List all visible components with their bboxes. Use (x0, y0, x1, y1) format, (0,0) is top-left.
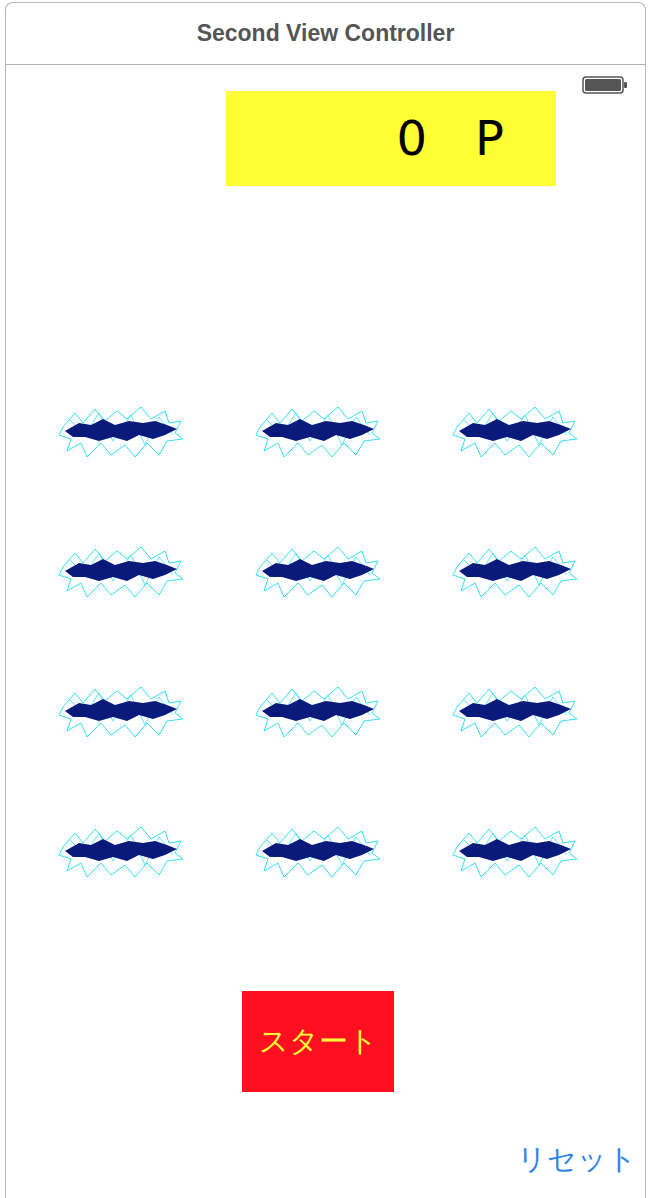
hole-cell (218, 363, 415, 503)
hole-cell (21, 363, 218, 503)
hole-icon[interactable] (449, 545, 579, 601)
window-title: Second View Controller (197, 20, 455, 47)
hole-cell (218, 503, 415, 643)
hole-icon[interactable] (55, 825, 185, 881)
hole-cell (415, 363, 612, 503)
score-text: 0 P (397, 107, 504, 171)
hole-icon[interactable] (252, 405, 382, 461)
hole-cell (218, 783, 415, 923)
hole-icon[interactable] (55, 405, 185, 461)
hole-icon[interactable] (252, 545, 382, 601)
hole-cell (415, 643, 612, 783)
hole-icon[interactable] (55, 685, 185, 741)
hole-cell (21, 643, 218, 783)
hole-icon[interactable] (55, 545, 185, 601)
view-controller-frame: Second View Controller 0 P スタートリセット (5, 2, 646, 1198)
score-label: 0 P (226, 91, 556, 186)
reset-button[interactable]: リセット (517, 1141, 637, 1177)
hole-icon[interactable] (449, 825, 579, 881)
title-bar: Second View Controller (6, 3, 645, 65)
reset-row: リセット (6, 1141, 645, 1177)
game-screen: 0 P スタートリセット (6, 65, 645, 1198)
hole-cell (415, 783, 612, 923)
hole-cell (21, 503, 218, 643)
battery-icon (582, 76, 628, 94)
hole-icon[interactable] (449, 405, 579, 461)
start-button[interactable]: スタート (242, 991, 394, 1092)
hole-cell (415, 503, 612, 643)
status-bar (6, 65, 645, 91)
hole-icon[interactable] (449, 685, 579, 741)
hole-cell (218, 643, 415, 783)
hole-cell (21, 783, 218, 923)
hole-icon[interactable] (252, 825, 382, 881)
hole-grid (6, 363, 645, 923)
hole-icon[interactable] (252, 685, 382, 741)
